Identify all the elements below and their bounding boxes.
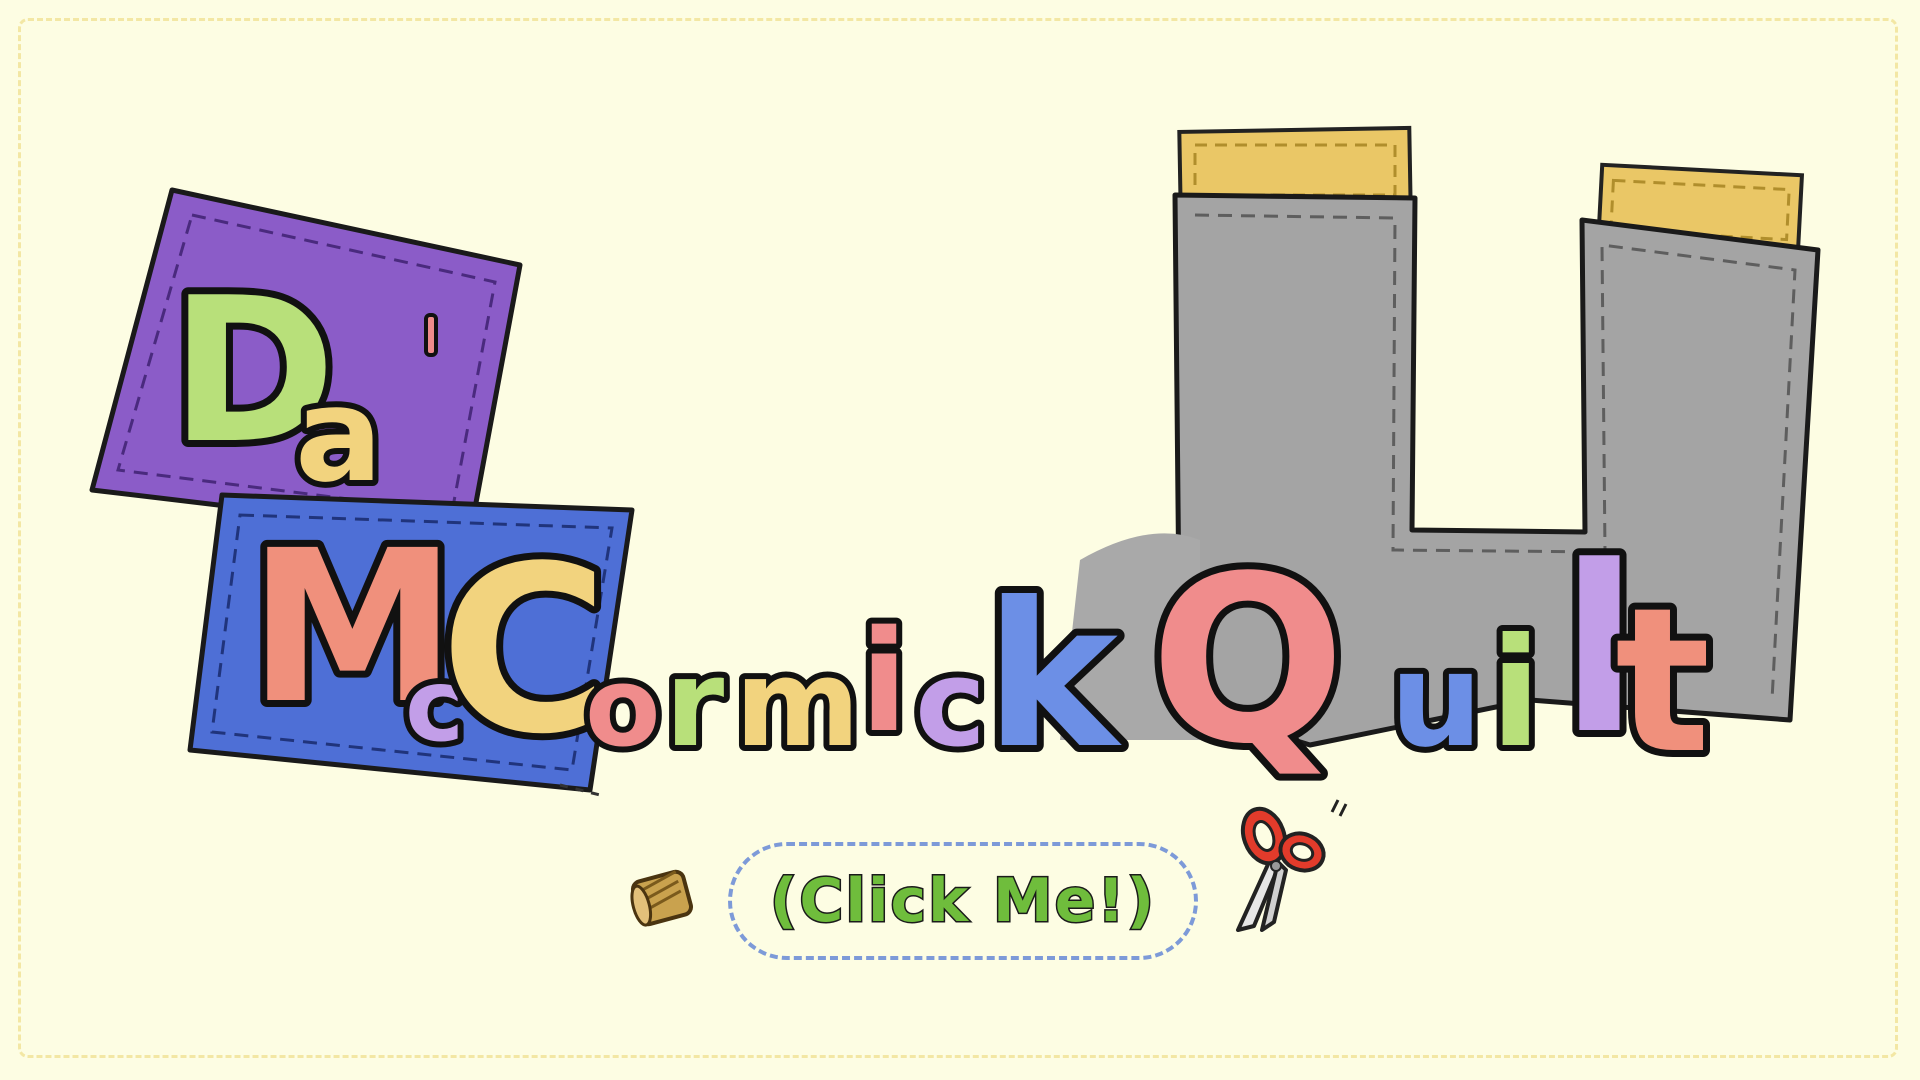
title-letter: u	[1390, 624, 1483, 776]
title-letter: C	[440, 518, 609, 785]
title-letter: c	[915, 635, 986, 774]
title-letter: k	[985, 560, 1122, 793]
title-letter: t	[1615, 565, 1711, 798]
scissors-icon	[1236, 799, 1348, 932]
title-letter: m	[735, 635, 860, 774]
title-letter: a	[295, 359, 383, 511]
click-me-button[interactable]: (Click Me!)	[728, 842, 1198, 960]
apostrophe-mark	[424, 313, 438, 357]
title-word-mccormick: M c C o r m i c k	[241, 498, 1129, 800]
title-letter: r	[665, 635, 724, 774]
title-letter: i	[1490, 607, 1541, 781]
title-letter: i	[860, 601, 908, 764]
thread-spool-icon	[630, 869, 694, 927]
title-letter: o	[585, 643, 661, 771]
title-letter: Q	[1150, 528, 1346, 795]
click-me-label: (Click Me!)	[768, 865, 1157, 938]
title-screen: D a M c C o r m i c k Q u i l t (Click M…	[0, 0, 1920, 1080]
